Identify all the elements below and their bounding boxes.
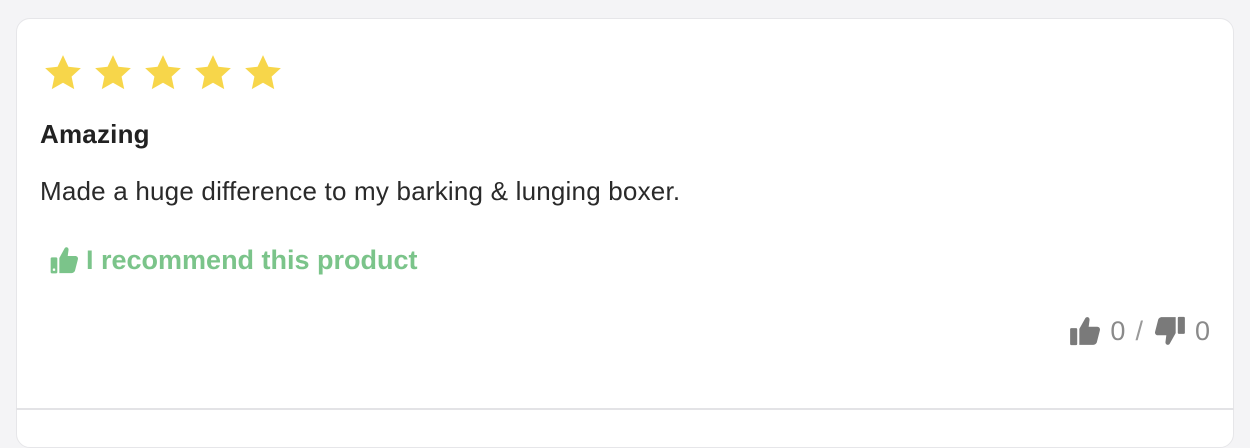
star-icon: [195, 55, 231, 90]
star-icon: [45, 55, 81, 90]
star-icon: [95, 55, 131, 90]
vote-separator: /: [1135, 315, 1143, 346]
review-title: Amazing: [40, 119, 150, 149]
divider: [16, 408, 1234, 410]
thumbs-up-icon: [50, 247, 78, 274]
recommend-label: I recommend this product: [86, 244, 418, 275]
thumbs-down-icon: [1154, 316, 1185, 345]
unhelpful-count: 0: [1194, 315, 1210, 346]
review-body: Made a huge difference to my barking & l…: [40, 176, 681, 206]
star-icon: [245, 55, 281, 90]
helpful-count: 0: [1110, 315, 1126, 346]
recommend-badge: I recommend this product: [48, 244, 418, 276]
vote-unhelpful-button[interactable]: 0: [1153, 314, 1210, 348]
star-rating: [42, 52, 284, 94]
vote-helpful-button[interactable]: 0: [1068, 314, 1125, 348]
helpfulness-votes: 0 / 0: [1068, 314, 1210, 348]
thumbs-up-icon: [1070, 317, 1101, 346]
star-icon: [145, 55, 181, 90]
